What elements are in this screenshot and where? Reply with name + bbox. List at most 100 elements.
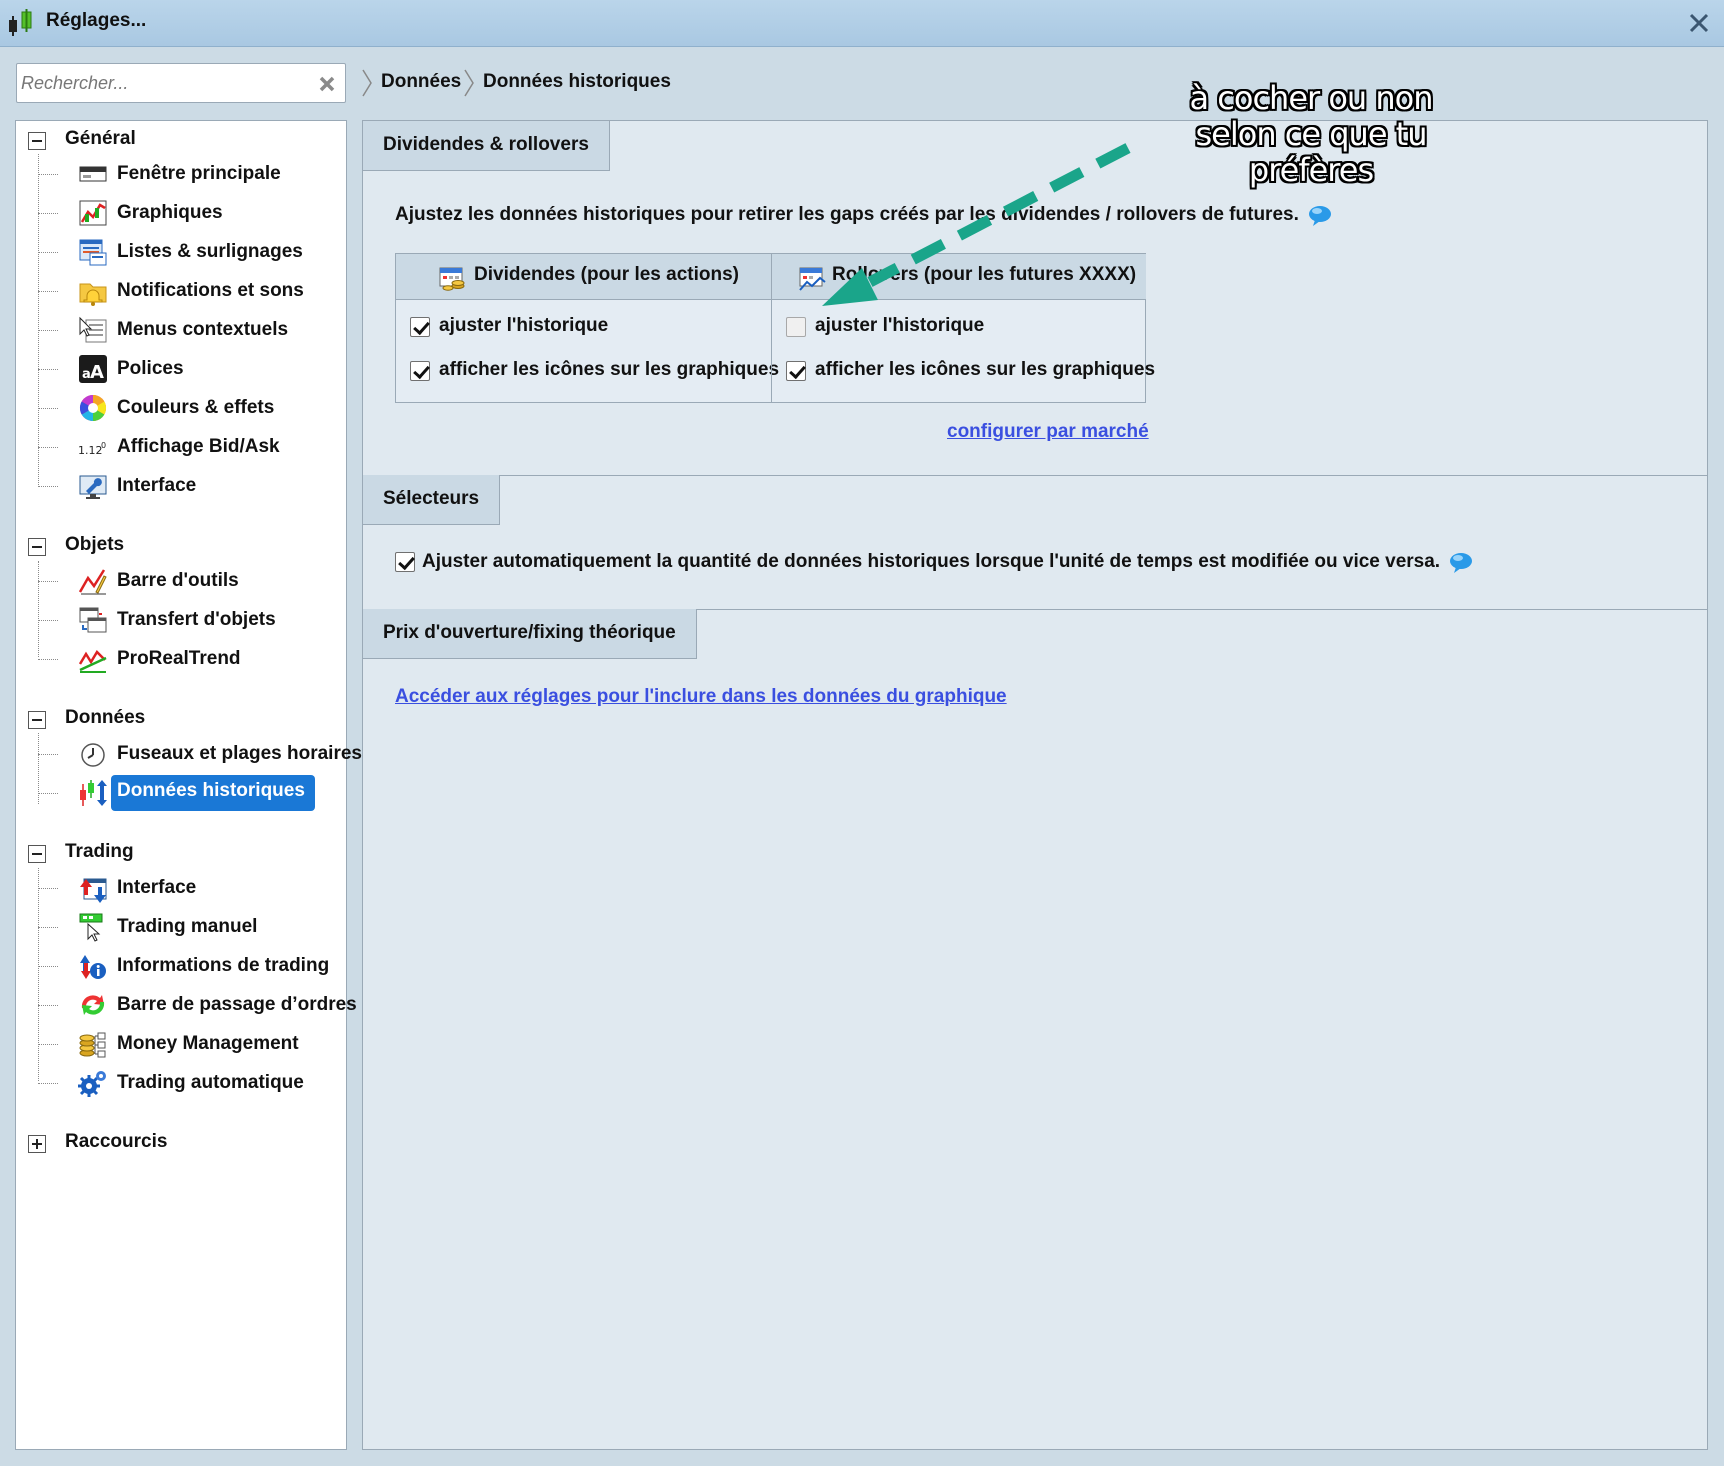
sidebar-item-charts[interactable]: Graphiques <box>38 196 338 230</box>
money-management-icon <box>79 1032 106 1058</box>
dividends-header-label: Dividendes (pour les actions) <box>474 264 739 285</box>
group-label: Trading <box>65 841 134 862</box>
sidebar-item-timezones[interactable]: Fuseaux et plages horaires <box>38 737 362 771</box>
search-box <box>16 63 346 103</box>
checkbox-label: afficher les icônes sur les graphiques <box>815 359 1156 380</box>
sidebar-item-label: Fenêtre principale <box>117 163 281 184</box>
sidebar-item-label: Listes & surlignages <box>117 241 303 262</box>
calendar-chart-icon <box>799 267 826 291</box>
sidebar-item-label: Money Management <box>117 1033 299 1054</box>
section-title-dividends: Dividendes & rollovers <box>363 121 610 171</box>
dividends-description: Ajustez les données historiques pour ret… <box>395 203 1333 227</box>
sidebar-item-label: Menus contextuels <box>117 319 289 340</box>
sidebar-item-trading-info[interactable]: Informations de trading <box>38 949 338 983</box>
dividends-rollovers-table: Dividendes (pour les actions) ajuster l'… <box>395 253 1155 403</box>
checkbox-label: afficher les icônes sur les graphiques <box>439 359 780 380</box>
checkbox[interactable] <box>410 361 430 381</box>
fonts-icon: aA <box>79 355 107 383</box>
dividends-column: Dividendes (pour les actions) ajuster l'… <box>396 254 779 402</box>
sidebar-item-label: Polices <box>117 358 184 379</box>
checkbox-label: ajuster l'historique <box>815 315 985 336</box>
historical-data-icon <box>80 780 107 806</box>
settings-tree: Général Fenêtre principale Graphiques Li… <box>15 120 362 1450</box>
sidebar-item-historical-data[interactable]: Données historiques <box>38 775 338 811</box>
collapse-toggle[interactable] <box>28 845 46 863</box>
sidebar-item-fonts[interactable]: aA Polices <box>38 352 338 386</box>
annotation-text: à cocher ou non selon ce que tu préfères <box>1189 79 1433 189</box>
sidebar-item-label: Barre de passage d’ordres <box>117 994 357 1015</box>
sidebar-item-label: Fuseaux et plages horaires <box>117 743 362 764</box>
trading-interface-icon <box>80 878 107 903</box>
sidebar-item-label: Interface <box>117 475 197 496</box>
clock-icon <box>81 743 105 767</box>
rollovers-column-header: Rollovers (pour les futures XXXX) <box>772 254 1146 300</box>
expand-toggle[interactable] <box>28 1135 46 1153</box>
context-menu-icon <box>79 316 107 343</box>
sidebar-item-label: Trading automatique <box>117 1072 304 1093</box>
svg-text:A: A <box>90 362 104 383</box>
sidebar-item-label: Transfert d'objets <box>117 609 276 630</box>
sidebar-item-order-bar[interactable]: Barre de passage d’ordres <box>38 988 357 1022</box>
sidebar-item-label: Interface <box>117 877 197 898</box>
lists-icon <box>79 239 107 266</box>
checkbox-label: Ajuster automatiquement la quantité de d… <box>422 550 1474 574</box>
sidebar-item-toolbar[interactable]: Barre d'outils <box>38 564 338 598</box>
sidebar-item-prorealtrend[interactable]: ProRealTrend <box>38 642 338 676</box>
sidebar-item-label: Trading manuel <box>117 916 258 937</box>
checkbox[interactable] <box>786 361 806 381</box>
group-label: Général <box>65 128 136 149</box>
sidebar-item-label: Graphiques <box>117 202 223 223</box>
rollovers-column: Rollovers (pour les futures XXXX) ajuste… <box>771 254 1155 402</box>
checkbox-label: ajuster l'historique <box>439 315 609 336</box>
sidebar-item-bid-ask[interactable]: 1.12 0 Affichage Bid/Ask <box>38 430 338 464</box>
close-icon[interactable] <box>1684 8 1714 38</box>
calendar-coins-icon <box>439 267 465 291</box>
checkbox[interactable] <box>786 317 806 337</box>
sidebar-item-notifications[interactable]: Notifications et sons <box>38 274 338 308</box>
bid-ask-icon: 1.120 <box>78 441 106 457</box>
checkbox[interactable] <box>395 552 415 572</box>
sidebar-item-money-management[interactable]: Money Management <box>38 1027 338 1061</box>
sidebar-item-object-transfer[interactable]: Transfert d'objets <box>38 603 338 637</box>
settings-content: Dividendes & rollovers Ajustez les donné… <box>362 120 1708 1450</box>
interface-wrench-icon <box>79 475 107 499</box>
sidebar-item-trading-interface[interactable]: Interface <box>38 871 338 905</box>
chevron-right-icon <box>362 69 372 97</box>
sidebar-item-automatic-trading[interactable]: Trading automatique <box>38 1066 338 1100</box>
sidebar-item-label: Barre d'outils <box>117 570 239 591</box>
collapse-toggle[interactable] <box>28 538 46 556</box>
search-input[interactable] <box>21 66 311 100</box>
clear-search-icon[interactable] <box>317 74 337 94</box>
collapse-toggle[interactable] <box>28 132 46 150</box>
window-icon <box>79 166 107 182</box>
group-label: Objets <box>65 534 125 555</box>
group-label: Raccourcis <box>65 1131 168 1152</box>
sidebar-item-label: Notifications et sons <box>117 280 304 301</box>
help-bubble-icon[interactable] <box>1448 550 1474 574</box>
configure-by-market-link[interactable]: configurer par marché <box>947 421 1149 443</box>
breadcrumb-item[interactable]: Données <box>381 71 461 93</box>
sidebar-item-label: Couleurs & effets <box>117 397 275 418</box>
sidebar-item-label: Affichage Bid/Ask <box>117 436 280 457</box>
trading-info-icon <box>80 955 106 979</box>
sidebar-item-manual-trading[interactable]: Trading manuel <box>38 910 338 944</box>
sidebar-item-label: Données historiques <box>111 775 315 811</box>
drawing-tools-icon <box>78 569 107 595</box>
sidebar-item-main-window[interactable]: Fenêtre principale <box>38 157 338 191</box>
checkbox[interactable] <box>410 317 430 337</box>
collapse-toggle[interactable] <box>28 711 46 729</box>
svg-text:0: 0 <box>101 441 106 450</box>
sidebar-item-lists[interactable]: Listes & surlignages <box>38 235 338 269</box>
color-wheel-icon <box>79 394 107 422</box>
window-title: Réglages... <box>46 10 147 31</box>
breadcrumb-item-current: Données historiques <box>483 71 671 92</box>
access-settings-link[interactable]: Accéder aux réglages pour l'inclure dans… <box>395 686 1007 708</box>
sidebar-item-label: Informations de trading <box>117 955 330 976</box>
sidebar-item-context-menus[interactable]: Menus contextuels <box>38 313 338 347</box>
sidebar-item-colors[interactable]: Couleurs & effets <box>38 391 338 425</box>
sidebar-item-label: ProRealTrend <box>117 648 241 669</box>
help-bubble-icon[interactable] <box>1307 203 1333 227</box>
trend-icon <box>78 649 107 673</box>
transfer-objects-icon <box>79 607 107 633</box>
sidebar-item-interface[interactable]: Interface <box>38 469 338 503</box>
